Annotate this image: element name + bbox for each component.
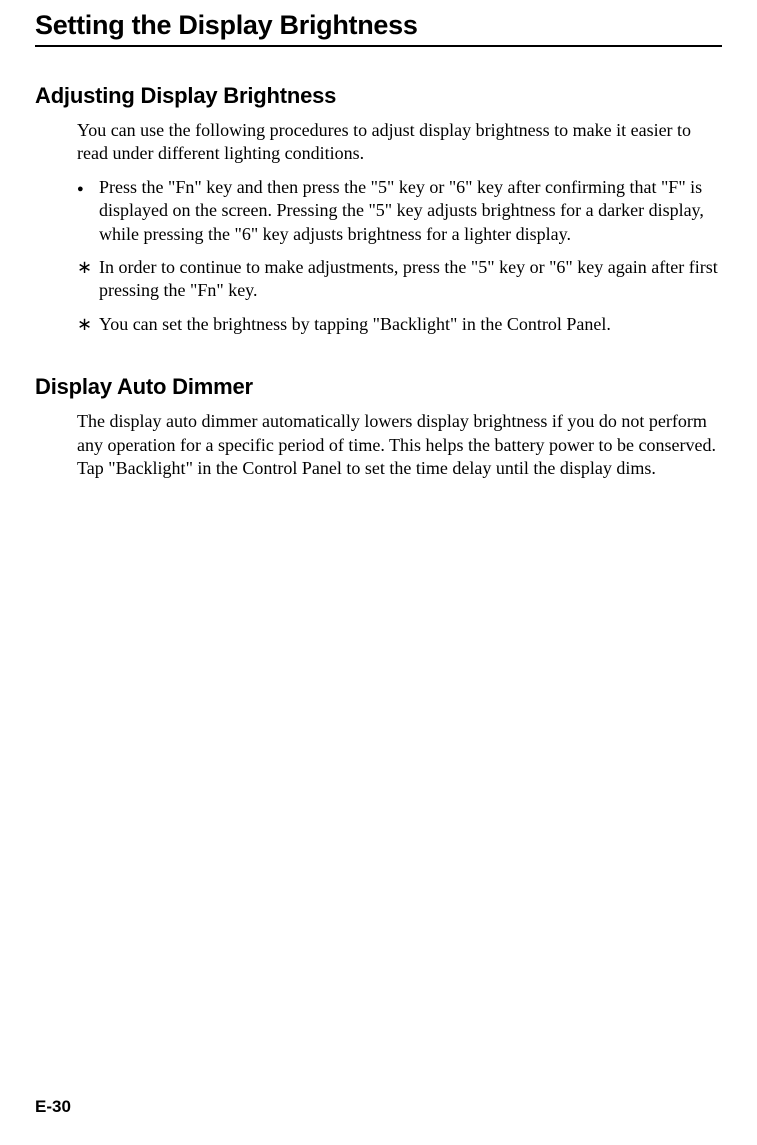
section-adjusting-brightness: Adjusting Display Brightness You can use… [35,83,722,336]
asterisk-icon: ∗ [77,256,99,303]
page-title: Setting the Display Brightness [35,10,722,47]
section-auto-dimmer: Display Auto Dimmer The display auto dim… [35,374,722,480]
bullet-text: Press the "Fn" key and then press the "5… [99,176,722,246]
bullet-dot-icon: ● [77,176,99,246]
paragraph: The display auto dimmer automatically lo… [77,410,722,457]
content-block: You can use the following procedures to … [35,119,722,336]
intro-paragraph: You can use the following procedures to … [77,119,722,166]
asterisk-icon: ∗ [77,313,99,336]
subsection-heading: Display Auto Dimmer [35,374,722,400]
bullet-item: ● Press the "Fn" key and then press the … [77,176,722,246]
page-number: E-30 [35,1097,71,1117]
paragraph: Tap "Backlight" in the Control Panel to … [77,457,722,480]
bullet-item: ∗ You can set the brightness by tapping … [77,313,722,336]
bullet-text: In order to continue to make adjustments… [99,256,722,303]
content-block: The display auto dimmer automatically lo… [35,410,722,480]
bullet-text: You can set the brightness by tapping "B… [99,313,722,336]
subsection-heading: Adjusting Display Brightness [35,83,722,109]
bullet-item: ∗ In order to continue to make adjustmen… [77,256,722,303]
